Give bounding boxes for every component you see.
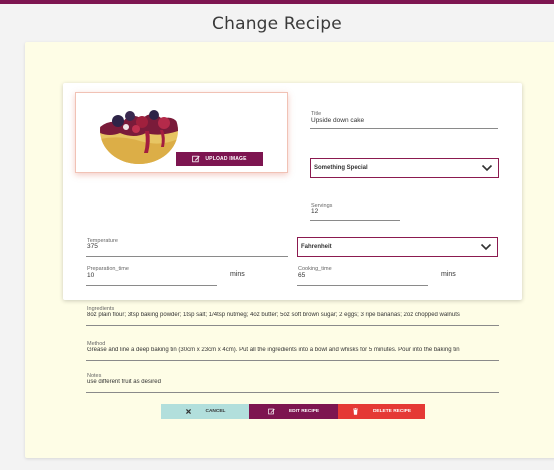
cook-time-underline <box>297 285 428 286</box>
delete-recipe-button[interactable]: DELETE RECIPE <box>338 404 425 419</box>
top-accent-bar <box>0 0 554 4</box>
upload-image-label: UPLOAD IMAGE <box>205 156 247 162</box>
method-input[interactable]: Grease and line a deep baking tin (30cm … <box>87 347 499 353</box>
upload-image-button[interactable]: UPLOAD IMAGE <box>176 152 263 166</box>
cook-time-unit: mins <box>441 271 456 278</box>
notes-underline <box>86 392 499 393</box>
edit-recipe-label: EDIT RECIPE <box>288 409 320 414</box>
notes-input[interactable]: use different fruit as desired <box>87 379 499 385</box>
temperature-underline <box>86 256 288 257</box>
prep-time-unit: mins <box>230 271 245 278</box>
temperature-unit-select[interactable]: Fahrenheit <box>297 237 498 257</box>
ingredients-input[interactable]: 8oz plain flour; 3tsp baking powder; 1ts… <box>87 312 499 318</box>
ingredients-underline <box>86 325 499 326</box>
cook-time-input[interactable]: 65 <box>298 272 426 279</box>
title-input[interactable]: Upside down cake <box>311 117 497 124</box>
chevron-down-icon <box>481 164 493 172</box>
edit-icon <box>268 408 275 415</box>
page-title: Change Recipe <box>212 14 342 34</box>
category-select[interactable]: Something Special <box>310 158 499 178</box>
trash-icon <box>352 408 358 415</box>
edit-icon <box>192 155 201 163</box>
servings-input[interactable]: 12 <box>311 208 399 215</box>
close-icon <box>185 408 191 415</box>
title-underline <box>310 128 498 129</box>
prep-time-underline <box>86 285 217 286</box>
recipe-image <box>100 97 178 164</box>
category-select-value: Something Special <box>314 165 368 171</box>
chevron-down-icon <box>480 243 492 251</box>
prep-time-input[interactable]: 10 <box>87 272 215 279</box>
temperature-unit-value: Fahrenheit <box>301 244 332 250</box>
temperature-input[interactable]: 375 <box>87 243 287 250</box>
servings-underline <box>310 220 400 221</box>
delete-recipe-label: DELETE RECIPE <box>372 409 412 414</box>
edit-recipe-button[interactable]: EDIT RECIPE <box>249 404 338 419</box>
cancel-button[interactable]: CANCEL <box>161 404 249 419</box>
cancel-label: CANCEL <box>205 409 226 414</box>
method-underline <box>86 360 499 361</box>
